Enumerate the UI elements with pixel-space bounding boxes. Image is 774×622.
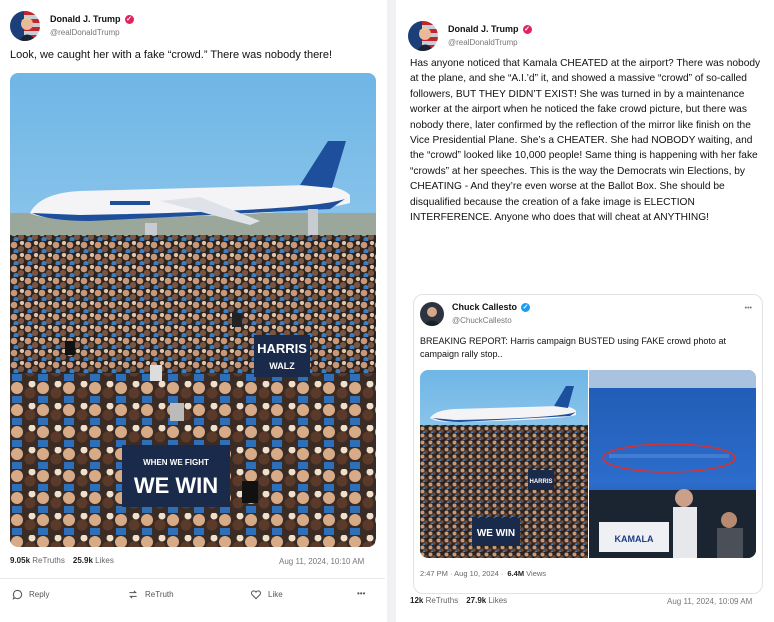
quoted-post-header: Chuck Callesto ✓ @ChuckCallesto	[420, 301, 531, 327]
svg-text:WHEN WE FIGHT: WHEN WE FIGHT	[143, 458, 209, 467]
author-handle[interactable]: @realDonaldTrump	[448, 36, 532, 49]
plane-reflection-photo[interactable]: KAMALA	[589, 370, 756, 558]
reply-icon	[12, 589, 23, 600]
post-header: Donald J. Trump ✓ @realDonaldTrump	[10, 11, 134, 41]
author-name[interactable]: Chuck Callesto	[452, 301, 517, 314]
more-options-icon[interactable]: •••	[357, 589, 365, 598]
panel-divider	[387, 0, 396, 622]
post-header: Donald J. Trump ✓ @realDonaldTrump	[408, 21, 532, 51]
svg-text:HARRIS: HARRIS	[529, 479, 552, 485]
quoted-post-time[interactable]: 2:47 PM · Aug 10, 2024 ·	[420, 569, 503, 578]
harris-sign: HARRIS	[528, 470, 554, 490]
engagement-stats: 9.05k ReTruths 25.9k Likes	[10, 556, 114, 565]
we-win-sign: WE WIN	[472, 518, 520, 546]
retruth-button[interactable]: ReTruth	[127, 589, 174, 600]
quoted-post-text: BREAKING REPORT: Harris campaign BUSTED …	[420, 336, 726, 359]
retruths-stat[interactable]: 9.05k ReTruths	[10, 556, 65, 565]
svg-text:WALZ: WALZ	[269, 361, 295, 371]
views-stat: 6.4M Views	[507, 569, 547, 578]
author-name[interactable]: Donald J. Trump	[448, 23, 519, 36]
engagement-stats: 12k ReTruths 27.9k Likes	[410, 596, 507, 605]
likes-stat[interactable]: 25.9k Likes	[73, 556, 114, 565]
svg-text:WE WIN: WE WIN	[477, 528, 515, 539]
rally-photo-thumbnail[interactable]: HARRIS WE WIN	[420, 370, 588, 558]
retruths-stat[interactable]: 12k ReTruths	[410, 596, 458, 605]
quoted-post-card[interactable]: Chuck Callesto ✓ @ChuckCallesto ••• BREA…	[413, 294, 763, 594]
author-handle[interactable]: @realDonaldTrump	[50, 26, 134, 39]
post-text: Has anyone noticed that Kamala CHEATED a…	[410, 58, 761, 224]
svg-text:KAMALA: KAMALA	[615, 534, 654, 544]
quoted-post-meta: 2:47 PM · Aug 10, 2024 · 6.4M Views	[420, 569, 546, 578]
verified-badge-icon: ✓	[522, 25, 532, 34]
avatar[interactable]	[10, 11, 40, 41]
post-date[interactable]: Aug 11, 2024, 10:10 AM	[279, 557, 364, 566]
verified-badge-icon: ✓	[521, 303, 531, 312]
retruth-icon	[129, 590, 137, 599]
post-text: Look, we caught her with a fake “crowd.”…	[10, 49, 333, 61]
author-handle[interactable]: @ChuckCallesto	[452, 314, 530, 327]
author-name[interactable]: Donald J. Trump	[50, 13, 121, 26]
post-date[interactable]: Aug 11, 2024, 10:09 AM	[667, 597, 752, 606]
we-win-sign: WHEN WE FIGHT WE WIN	[122, 445, 230, 507]
likes-stat[interactable]: 27.9k Likes	[466, 596, 507, 605]
harris-walz-sign: HARRIS WALZ	[254, 335, 310, 377]
heart-icon	[251, 590, 261, 600]
svg-text:WE WIN: WE WIN	[134, 473, 218, 498]
more-options-icon[interactable]: •••	[745, 305, 752, 312]
like-button[interactable]: Like	[250, 589, 283, 600]
avatar[interactable]	[408, 21, 438, 51]
reply-button[interactable]: Reply	[12, 589, 49, 600]
avatar[interactable]	[420, 302, 444, 326]
divider	[0, 578, 385, 579]
verified-badge-icon: ✓	[124, 15, 134, 24]
kamala-sign: KAMALA	[599, 522, 669, 552]
svg-text:HARRIS: HARRIS	[257, 341, 307, 356]
left-truth-post: Donald J. Trump ✓ @realDonaldTrump Look,…	[0, 0, 385, 622]
rally-photo[interactable]: HARRIS WALZ WHEN WE FIGHT WE WIN	[10, 73, 376, 547]
